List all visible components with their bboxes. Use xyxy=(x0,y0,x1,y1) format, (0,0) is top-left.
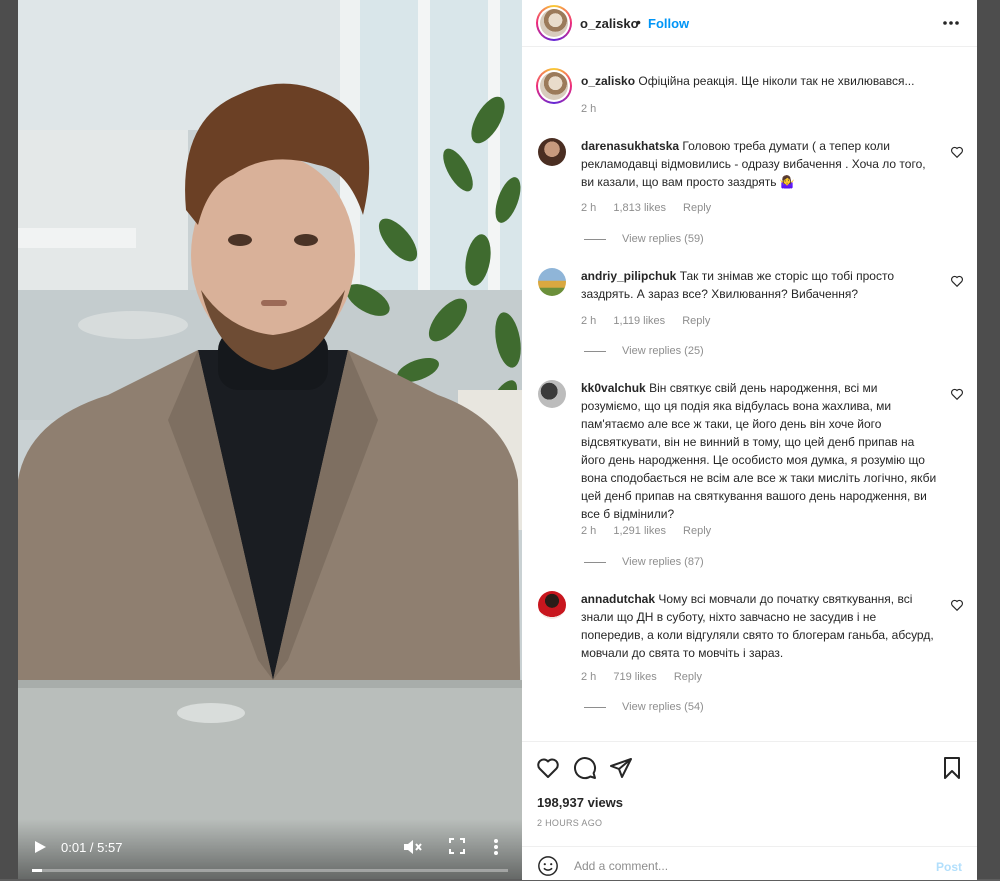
reply-button[interactable]: Reply xyxy=(674,671,702,683)
separator-dot: • xyxy=(636,14,641,30)
post-timestamp: 2 HOURS AGO xyxy=(537,818,603,828)
add-comment-bar: Post xyxy=(522,846,977,881)
post-panel: o_zalisko • Follow o_zalisko Офіційна ре… xyxy=(522,0,977,880)
emoji-icon[interactable] xyxy=(537,855,559,877)
comment-text: Він святкує свій день народження, всі ми… xyxy=(581,381,937,521)
comment: kk0valchuk Він святкує свій день народже… xyxy=(581,379,939,523)
video-frame xyxy=(18,0,522,879)
comment-username[interactable]: kk0valchuk xyxy=(581,381,646,395)
comment-likes[interactable]: 1,119 likes xyxy=(613,315,665,327)
share-icon[interactable] xyxy=(609,756,633,780)
comment-avatar[interactable] xyxy=(538,591,566,619)
caption-username[interactable]: o_zalisko xyxy=(581,74,635,88)
caption: o_zalisko Офіційна реакція. Ще ніколи та… xyxy=(581,72,961,90)
view-count[interactable]: 198,937 views xyxy=(537,795,623,810)
view-replies-label: View replies (87) xyxy=(622,556,704,568)
view-replies-button[interactable]: View replies (59) xyxy=(584,233,704,245)
view-replies-label: View replies (54) xyxy=(622,701,704,713)
comment-time: 2 h xyxy=(581,525,597,537)
comment-time: 2 h xyxy=(581,315,597,327)
page-backdrop-right xyxy=(977,0,1000,879)
comment-username[interactable]: andriy_pilipchuk xyxy=(581,269,676,283)
heart-icon[interactable] xyxy=(950,387,964,401)
fullscreen-icon[interactable] xyxy=(449,838,465,854)
comment: annadutchak Чому всі мовчали до початку … xyxy=(581,590,939,662)
comment-avatar[interactable] xyxy=(538,138,566,166)
comment-likes[interactable]: 1,291 likes xyxy=(613,525,666,537)
caption-avatar[interactable] xyxy=(536,68,572,104)
heart-icon[interactable] xyxy=(950,598,964,612)
comment-time: 2 h xyxy=(581,202,597,214)
comment-time: 2 h xyxy=(581,671,597,683)
reply-button[interactable]: Reply xyxy=(682,315,710,327)
post-comment-button[interactable]: Post xyxy=(936,860,962,874)
mute-icon[interactable] xyxy=(402,838,422,856)
reply-button[interactable]: Reply xyxy=(683,202,711,214)
comment-icon[interactable] xyxy=(573,756,597,780)
comment-meta: 2 h 1,291 likes Reply xyxy=(581,525,725,537)
comment-username[interactable]: annadutchak xyxy=(581,592,655,606)
comment-username[interactable]: darenasukhatska xyxy=(581,139,679,153)
post-actions: 198,937 views 2 HOURS AGO Post xyxy=(522,741,977,880)
more-vertical-icon[interactable] xyxy=(492,837,500,857)
view-replies-label: View replies (59) xyxy=(622,233,704,245)
more-horizontal-icon[interactable] xyxy=(942,14,960,32)
caption-meta: 2 h xyxy=(581,103,610,115)
bookmark-icon[interactable] xyxy=(940,756,964,780)
post-author-username[interactable]: o_zalisko xyxy=(580,16,639,31)
view-replies-button[interactable]: View replies (25) xyxy=(584,345,704,357)
comment: andriy_pilipchuk Так ти знімав же сторіс… xyxy=(581,267,939,303)
play-icon[interactable] xyxy=(32,839,48,855)
video-time: 0:01 / 5:57 xyxy=(61,840,123,855)
heart-icon[interactable] xyxy=(950,145,964,159)
comment-avatar[interactable] xyxy=(538,380,566,408)
view-replies-button[interactable]: View replies (54) xyxy=(584,701,704,713)
avatar[interactable] xyxy=(536,5,572,41)
comment-input[interactable] xyxy=(572,854,916,878)
reply-button[interactable]: Reply xyxy=(683,525,711,537)
view-replies-label: View replies (25) xyxy=(622,345,704,357)
page-backdrop-left xyxy=(0,0,18,879)
comment-meta: 2 h 719 likes Reply xyxy=(581,671,716,683)
comment-meta: 2 h 1,813 likes Reply xyxy=(581,202,725,214)
comment-avatar[interactable] xyxy=(538,268,566,296)
heart-icon[interactable] xyxy=(950,274,964,288)
view-replies-button[interactable]: View replies (87) xyxy=(584,556,704,568)
follow-button[interactable]: Follow xyxy=(648,16,689,31)
caption-text: Офіційна реакція. Ще ніколи так не хвилю… xyxy=(638,74,915,88)
video-controls: 0:01 / 5:57 xyxy=(18,819,522,879)
video-player[interactable]: 0:01 / 5:57 xyxy=(18,0,522,879)
heart-icon[interactable] xyxy=(536,756,560,780)
post-header: o_zalisko • Follow xyxy=(522,0,977,47)
comment-likes[interactable]: 719 likes xyxy=(613,671,656,683)
caption-time: 2 h xyxy=(581,103,597,115)
video-progress-bar[interactable] xyxy=(32,869,508,872)
comment: darenasukhatska Головою треба думати ( а… xyxy=(581,137,939,191)
comment-likes[interactable]: 1,813 likes xyxy=(613,202,666,214)
comment-meta: 2 h 1,119 likes Reply xyxy=(581,315,724,327)
video-progress-fill xyxy=(32,869,42,872)
